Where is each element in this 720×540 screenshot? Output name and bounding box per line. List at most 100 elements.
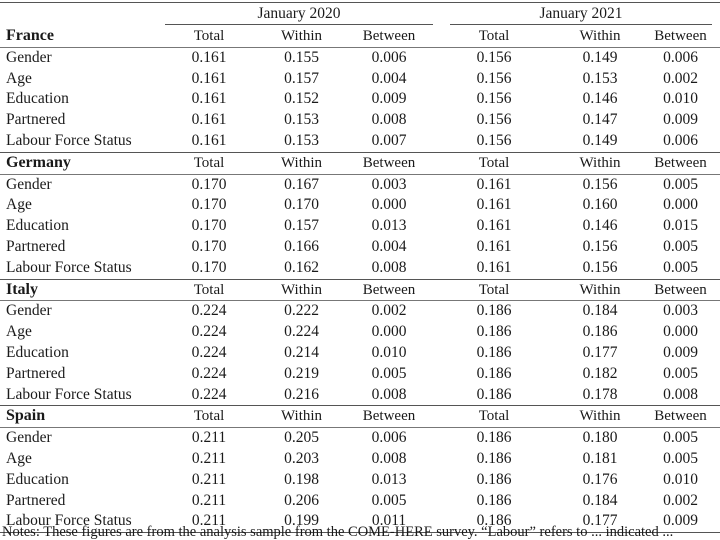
row-label: Gender [6,175,52,193]
table-cell: 0.010 [663,470,698,488]
column-header: Between [641,278,720,302]
table-cell: 0.184 [582,302,618,320]
row-label: Labour Force Status [6,385,132,403]
table-row: Partnered 0.161 0.153 0.008 0.156 0.147 0.009 [0,110,720,131]
table-cell: 0.211 [191,429,227,447]
column-header: Total [429,151,559,175]
column-header: Between [641,151,720,175]
table-cell: 0.178 [582,385,618,403]
table-cell: 0.216 [284,385,319,403]
row-label: Partnered [6,364,66,382]
table-cell: 0.156 [476,131,512,149]
table-cell: 0.214 [284,343,319,361]
table-cell: 0.156 [476,111,512,129]
table-cell: 0.000 [663,196,698,214]
row-label: Age [6,196,32,214]
table-row: Gender 0.211 0.205 0.006 0.186 0.180 0.005 [0,428,720,449]
table-row: Education 0.170 0.157 0.013 0.161 0.146 0.015 [0,216,720,237]
table-cell: 0.000 [663,323,698,341]
table-cell: 0.002 [663,69,698,87]
table-row: Labour Force Status 0.161 0.153 0.007 0.156 0… [0,131,720,152]
table-cell: 0.153 [284,111,319,129]
row-label: Education [6,343,69,361]
row-label: Education [6,217,69,235]
row-label: Education [6,90,69,108]
table-cell: 0.007 [371,131,407,149]
table-cell: 0.161 [476,175,512,193]
table-cell: 0.156 [582,258,618,276]
table-cell: 0.170 [191,237,227,255]
row-label: Partnered [6,491,66,509]
table-cell: 0.000 [371,196,407,214]
table-cell: 0.177 [582,343,618,361]
country-label: Italy [0,278,164,302]
table-cell: 0.161 [191,131,227,149]
column-header: Within [559,405,641,429]
table-cell: 0.170 [191,217,227,235]
table-cell: 0.203 [284,449,319,467]
table-cell: 0.149 [582,131,618,149]
period-underline-2020 [165,24,433,25]
row-label: Gender [6,429,52,447]
table-cell: 0.224 [191,302,227,320]
column-header: Total [429,26,559,48]
table-cell: 0.157 [284,69,319,87]
table-cell: 0.008 [371,385,407,403]
column-header: Within [254,405,349,429]
table-cell: 0.004 [371,237,407,255]
table-cell: 0.162 [284,258,319,276]
table-cell: 0.161 [191,69,227,87]
column-header: Between [349,26,429,48]
table-cell: 0.161 [191,90,227,108]
table-cell: 0.015 [663,217,698,235]
table-row: Age 0.211 0.203 0.008 0.186 0.181 0.005 [0,449,720,470]
row-label: Labour Force Status [6,258,132,276]
table-cell: 0.005 [663,258,698,276]
table-row: Labour Force Status 0.224 0.216 0.008 0.186 0… [0,385,720,406]
table-cell: 0.224 [284,323,319,341]
table-cell: 0.161 [191,48,227,66]
table-cell: 0.167 [284,175,319,193]
table-cell: 0.186 [476,491,512,509]
table-cell: 0.170 [191,196,227,214]
column-header: Between [641,405,720,429]
table-cell: 0.186 [476,449,512,467]
table-cell: 0.222 [284,302,319,320]
table-cell: 0.224 [191,364,227,382]
table-cell: 0.160 [582,196,618,214]
table-cell: 0.186 [476,302,512,320]
table-row: Education 0.211 0.198 0.013 0.186 0.176 0.010 [0,470,720,491]
table-cell: 0.206 [284,491,319,509]
table-row: Gender 0.170 0.167 0.003 0.161 0.156 0.005 [0,174,720,195]
column-header: Within [254,151,349,175]
table-cell: 0.211 [191,491,227,509]
column-header: Total [164,151,254,175]
table-cell: 0.005 [371,364,407,382]
table-cell: 0.153 [582,69,618,87]
table-row: Partnered 0.211 0.206 0.005 0.186 0.184 0.002 [0,491,720,512]
table-cell: 0.000 [371,323,407,341]
table-row: Labour Force Status 0.170 0.162 0.008 0.161 0… [0,258,720,279]
table-cell: 0.156 [476,90,512,108]
table-cell: 0.002 [371,302,407,320]
table-cell: 0.161 [476,237,512,255]
section-header-france: France Total Within Between Total Within Betwe… [0,26,720,48]
table-cell: 0.149 [582,48,618,66]
table-cell: 0.005 [663,175,698,193]
table-cell: 0.211 [191,470,227,488]
table-cell: 0.010 [371,343,407,361]
column-header: Between [641,26,720,48]
table-cell: 0.152 [284,90,319,108]
table-cell: 0.186 [476,364,512,382]
period-header-2021: January 2021 [539,5,623,22]
table-cell: 0.003 [663,302,698,320]
table-cell: 0.161 [191,111,227,129]
column-header: Within [559,151,641,175]
row-label: Age [6,69,32,87]
period-header-2020: January 2020 [257,5,341,22]
table-cell: 0.156 [582,237,618,255]
table-row: Gender 0.161 0.155 0.006 0.156 0.149 0.006 [0,47,720,68]
country-label: Spain [0,405,164,429]
table-cell: 0.170 [191,175,227,193]
table-row: Education 0.224 0.214 0.010 0.186 0.177 0.009 [0,343,720,364]
